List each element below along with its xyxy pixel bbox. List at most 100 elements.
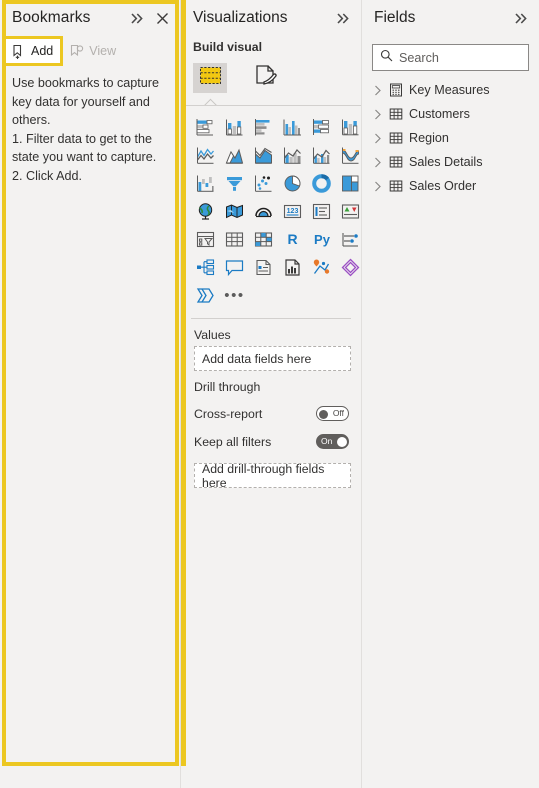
visual-mode-tabs <box>181 59 361 97</box>
funnel-chart-icon[interactable] <box>220 169 249 197</box>
map-icon[interactable] <box>191 197 220 225</box>
cross-report-row: Cross-report Off <box>181 401 361 426</box>
keep-all-filters-state: On <box>321 436 333 446</box>
cross-report-state: Off <box>332 408 344 418</box>
clustered-column-chart-icon[interactable] <box>278 113 307 141</box>
qna-icon[interactable] <box>220 253 249 281</box>
r-script-visual-icon[interactable]: R <box>278 225 307 253</box>
tab-format-visual[interactable] <box>249 63 283 93</box>
stacked-bar-chart-icon[interactable] <box>191 113 220 141</box>
azure-map-icon[interactable] <box>249 197 278 225</box>
paginated-report-icon[interactable] <box>278 253 307 281</box>
tab-build-visual[interactable] <box>193 63 227 93</box>
bookmarks-pane: Bookmarks Add View Use bookmarks to capt… <box>0 0 180 788</box>
double-chevron-right-icon[interactable] <box>513 10 529 26</box>
chevron-right-icon[interactable] <box>372 157 383 168</box>
chevron-right-icon[interactable] <box>372 109 383 120</box>
field-table-label: Sales Details <box>409 155 483 169</box>
values-dropzone[interactable]: Add data fields here <box>194 346 351 371</box>
clustered-bar-chart-icon[interactable] <box>249 113 278 141</box>
slicer-icon[interactable] <box>191 225 220 253</box>
more-visuals-icon[interactable] <box>191 281 220 309</box>
drill-through-dropzone[interactable]: Add drill-through fields here <box>194 462 351 490</box>
multi-row-card-icon[interactable] <box>307 197 336 225</box>
smart-narrative-icon[interactable] <box>249 253 278 281</box>
visualizations-pane: Visualizations Build visual 123 R Py •••… <box>180 0 362 788</box>
chevron-right-icon[interactable] <box>372 181 383 192</box>
close-icon[interactable] <box>154 10 170 26</box>
view-bookmark-label: View <box>89 44 117 58</box>
table-icon <box>388 107 404 121</box>
field-table-label: Sales Order <box>409 179 477 193</box>
waterfall-chart-icon[interactable] <box>191 169 220 197</box>
keep-all-filters-toggle[interactable]: On <box>316 434 349 449</box>
ellipsis-glyph: ••• <box>224 286 245 304</box>
field-table-key-measures[interactable]: Key Measures <box>362 78 539 102</box>
toggle-knob <box>319 409 328 419</box>
table-icon <box>388 131 404 145</box>
add-bookmark-button[interactable]: Add <box>2 36 64 66</box>
double-chevron-right-icon[interactable] <box>335 10 351 26</box>
scatter-chart-icon[interactable] <box>249 169 278 197</box>
keep-all-filters-label: Keep all filters <box>194 434 272 449</box>
fields-table-tree: Key Measures Customers Region Sales Deta… <box>362 71 539 198</box>
bookmarks-header: Bookmarks <box>0 0 180 36</box>
hundred-percent-stacked-bar-chart-icon[interactable] <box>307 113 336 141</box>
python-visual-icon[interactable]: Py <box>307 225 336 253</box>
chevron-right-icon[interactable] <box>372 133 383 144</box>
svg-text:R: R <box>287 231 297 247</box>
field-table-sales-order[interactable]: Sales Order <box>362 174 539 198</box>
fields-pane: Fields Search Key Measures Customers Reg… <box>361 0 539 788</box>
table-icon <box>388 179 404 193</box>
pie-chart-icon[interactable] <box>278 169 307 197</box>
drill-through-label: Drill through <box>194 380 261 394</box>
line-stacked-column-chart-icon[interactable] <box>278 141 307 169</box>
field-table-label: Customers <box>409 107 470 121</box>
decomposition-tree-icon[interactable] <box>191 253 220 281</box>
power-apps-icon[interactable] <box>307 253 336 281</box>
bookmarks-header-icons <box>129 10 170 26</box>
calculator-icon <box>388 83 404 97</box>
build-visual-label: Build visual <box>193 40 263 54</box>
visual-fields-grid-icon <box>199 65 222 91</box>
donut-chart-icon[interactable] <box>307 169 336 197</box>
bookmark-view-icon <box>68 43 85 60</box>
more-options-icon[interactable]: ••• <box>220 281 249 309</box>
view-bookmark-button[interactable]: View <box>64 39 123 63</box>
line-clustered-column-chart-icon[interactable] <box>307 141 336 169</box>
add-bookmark-label: Add <box>31 44 54 58</box>
fields-search-box[interactable] <box>372 44 529 71</box>
area-chart-icon[interactable] <box>220 141 249 169</box>
matrix-icon[interactable] <box>249 225 278 253</box>
bookmarks-help-line-1: Use bookmarks to capture key data for yo… <box>12 76 159 127</box>
double-chevron-right-icon[interactable] <box>129 10 145 26</box>
field-table-region[interactable]: Region <box>362 126 539 150</box>
line-chart-icon[interactable] <box>191 141 220 169</box>
field-table-label: Region <box>409 131 449 145</box>
chevron-right-icon[interactable] <box>372 85 383 96</box>
table-icon <box>388 155 404 169</box>
visual-type-grid: 123 R Py ••• <box>181 107 361 313</box>
visual-tabs-divider <box>181 105 361 106</box>
field-table-customers[interactable]: Customers <box>362 102 539 126</box>
visualizations-title: Visualizations <box>193 9 288 26</box>
bookmarks-highlight-top <box>2 0 179 4</box>
paintbrush-page-icon <box>253 64 279 93</box>
visualizations-header: Visualizations <box>181 0 361 36</box>
toggle-knob <box>337 436 347 447</box>
bookmarks-help-line-2: 1. Filter data to get to the state you w… <box>12 131 157 165</box>
field-table-sales-details[interactable]: Sales Details <box>362 150 539 174</box>
table-icon[interactable] <box>220 225 249 253</box>
field-table-label: Key Measures <box>409 83 490 97</box>
svg-text:Py: Py <box>314 232 331 247</box>
bookmark-add-icon <box>10 43 27 60</box>
card-icon[interactable]: 123 <box>278 197 307 225</box>
filled-map-icon[interactable] <box>220 197 249 225</box>
power-bi-panes: Bookmarks Add View Use bookmarks to capt… <box>0 0 539 788</box>
stacked-area-chart-icon[interactable] <box>249 141 278 169</box>
values-label: Values <box>194 328 231 342</box>
cross-report-toggle[interactable]: Off <box>316 406 349 421</box>
search-input[interactable] <box>399 50 528 65</box>
fields-title: Fields <box>374 9 416 26</box>
stacked-column-chart-icon[interactable] <box>220 113 249 141</box>
